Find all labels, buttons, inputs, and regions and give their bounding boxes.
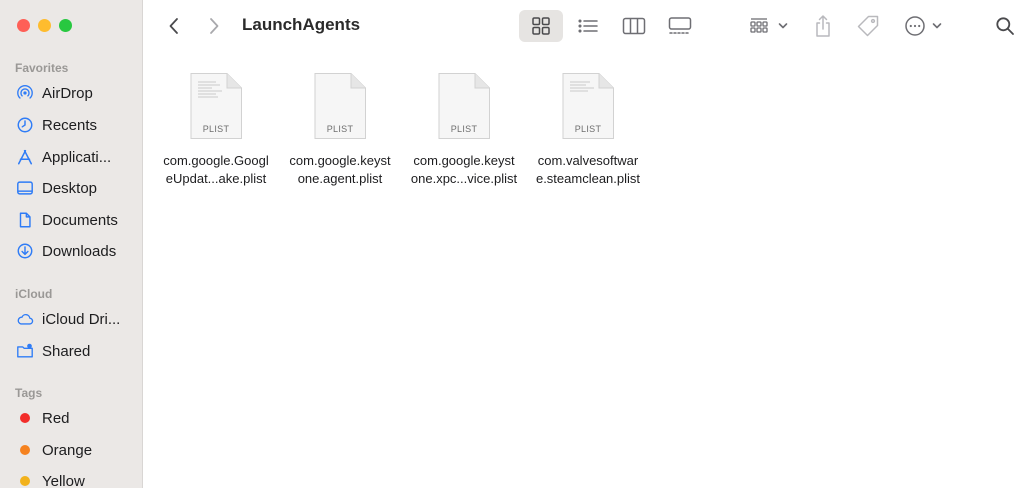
file-type-label: PLIST [450, 124, 478, 134]
close-window-button[interactable] [17, 19, 30, 32]
plist-file-icon: PLIST [313, 72, 367, 140]
sidebar-item-airdrop[interactable]: AirDrop [15, 82, 93, 104]
sidebar-item-label: Applicati... [42, 148, 112, 166]
sidebar-section-tags: Tags [15, 386, 43, 400]
plist-file-icon: PLIST [437, 72, 491, 140]
desktop-icon [15, 178, 35, 198]
tag-color-dot [20, 476, 30, 486]
sidebar-tag-red[interactable]: Red [15, 407, 70, 429]
download-icon [15, 241, 35, 261]
sidebar: Favorites AirDrop Recents Applicati... D… [0, 0, 143, 488]
sidebar-item-label: Documents [42, 211, 118, 229]
sidebar-item-desktop[interactable]: Desktop [15, 177, 97, 199]
plist-file-icon: PLIST [561, 72, 615, 140]
tag-button[interactable] [853, 10, 883, 42]
finder-window: Favorites AirDrop Recents Applicati... D… [0, 0, 1030, 488]
sidebar-item-label: Downloads [42, 242, 117, 260]
column-view-button[interactable] [613, 10, 655, 42]
sidebar-item-downloads[interactable]: Downloads [15, 240, 116, 262]
sidebar-item-label: Desktop [42, 179, 98, 197]
file-name-line: com.google.keyst [413, 153, 515, 168]
applications-icon [15, 147, 35, 167]
file-name-line: one.xpc...vice.plist [410, 171, 518, 186]
share-icon [816, 15, 830, 37]
group-icon [750, 18, 768, 33]
tag-color-dot [20, 445, 30, 455]
sidebar-item-icloud-drive[interactable]: iCloud Dri... [15, 308, 120, 330]
window-title: LaunchAgents [242, 15, 361, 34]
gallery-icon [668, 17, 692, 34]
file-name-line: one.agent.plist [297, 171, 383, 186]
file-name-line: eUpdat...ake.plist [165, 171, 267, 186]
plist-file-icon: PLIST [189, 72, 243, 140]
cloud-icon [15, 309, 35, 329]
sidebar-tag-yellow[interactable]: Yellow [15, 470, 85, 488]
search-button[interactable] [991, 10, 1019, 42]
sidebar-item-documents[interactable]: Documents [15, 209, 118, 231]
chevron-right-icon [210, 18, 219, 34]
ellipsis-circle-icon [905, 16, 925, 36]
file-name-line: com.google.Googl [163, 153, 269, 168]
file-item[interactable]: PLIST com.google.keyst one.agent.plist [277, 72, 403, 188]
sidebar-item-applications[interactable]: Applicati... [15, 146, 111, 168]
sidebar-section-icloud: iCloud [15, 287, 53, 301]
sidebar-item-label: AirDrop [42, 84, 93, 102]
file-item[interactable]: PLIST com.valvesoftwar e.steamclean.plis… [525, 72, 651, 188]
list-icon [578, 19, 598, 33]
chevron-left-icon [169, 18, 178, 34]
sidebar-item-label: iCloud Dri... [42, 310, 121, 328]
file-browser: PLIST com.google.Googl eUpdat...ake.plis… [143, 52, 1030, 488]
file-item[interactable]: PLIST com.google.keyst one.xpc...vice.pl… [401, 72, 527, 188]
icon-view-button[interactable] [519, 10, 563, 42]
share-button[interactable] [809, 10, 837, 42]
chevron-down-icon [932, 23, 942, 29]
airdrop-icon [15, 83, 35, 103]
shared-folder-icon [15, 341, 35, 361]
search-icon [996, 17, 1014, 35]
columns-icon [622, 17, 646, 35]
file-type-label: PLIST [326, 124, 354, 134]
file-item[interactable]: PLIST com.google.Googl eUpdat...ake.plis… [153, 72, 279, 188]
file-name: com.google.Googl eUpdat...ake.plist [153, 152, 279, 188]
file-name: com.google.keyst one.xpc...vice.plist [401, 152, 527, 188]
tag-icon [857, 15, 879, 37]
minimize-window-button[interactable] [38, 19, 51, 32]
file-name-line: com.valvesoftwar [537, 153, 639, 168]
back-button[interactable] [163, 10, 185, 42]
sidebar-item-label: Orange [42, 441, 93, 459]
toolbar: LaunchAgents [143, 0, 1030, 52]
file-name: com.valvesoftwar e.steamclean.plist [525, 152, 651, 188]
sidebar-item-shared[interactable]: Shared [15, 340, 90, 362]
file-name-line: e.steamclean.plist [535, 171, 641, 186]
file-name: com.google.keyst one.agent.plist [277, 152, 403, 188]
sidebar-item-label: Recents [42, 116, 98, 134]
forward-button[interactable] [203, 10, 225, 42]
more-actions-button[interactable] [901, 10, 945, 42]
chevron-down-icon [778, 23, 788, 29]
sidebar-item-label: Yellow [42, 472, 85, 488]
file-type-label: PLIST [202, 124, 230, 134]
window-controls [17, 19, 72, 32]
sidebar-item-recents[interactable]: Recents [15, 114, 97, 136]
document-icon [15, 210, 35, 230]
sidebar-item-label: Shared [42, 342, 91, 360]
zoom-window-button[interactable] [59, 19, 72, 32]
sidebar-section-favorites: Favorites [15, 61, 69, 75]
sidebar-item-label: Red [42, 409, 70, 427]
group-by-button[interactable] [743, 10, 793, 42]
tag-color-dot [20, 413, 30, 423]
file-type-label: PLIST [574, 124, 602, 134]
list-view-button[interactable] [567, 10, 609, 42]
grid-icon [532, 17, 550, 35]
gallery-view-button[interactable] [659, 10, 701, 42]
file-name-line: com.google.keyst [289, 153, 391, 168]
sidebar-tag-orange[interactable]: Orange [15, 439, 92, 461]
clock-icon [15, 115, 35, 135]
